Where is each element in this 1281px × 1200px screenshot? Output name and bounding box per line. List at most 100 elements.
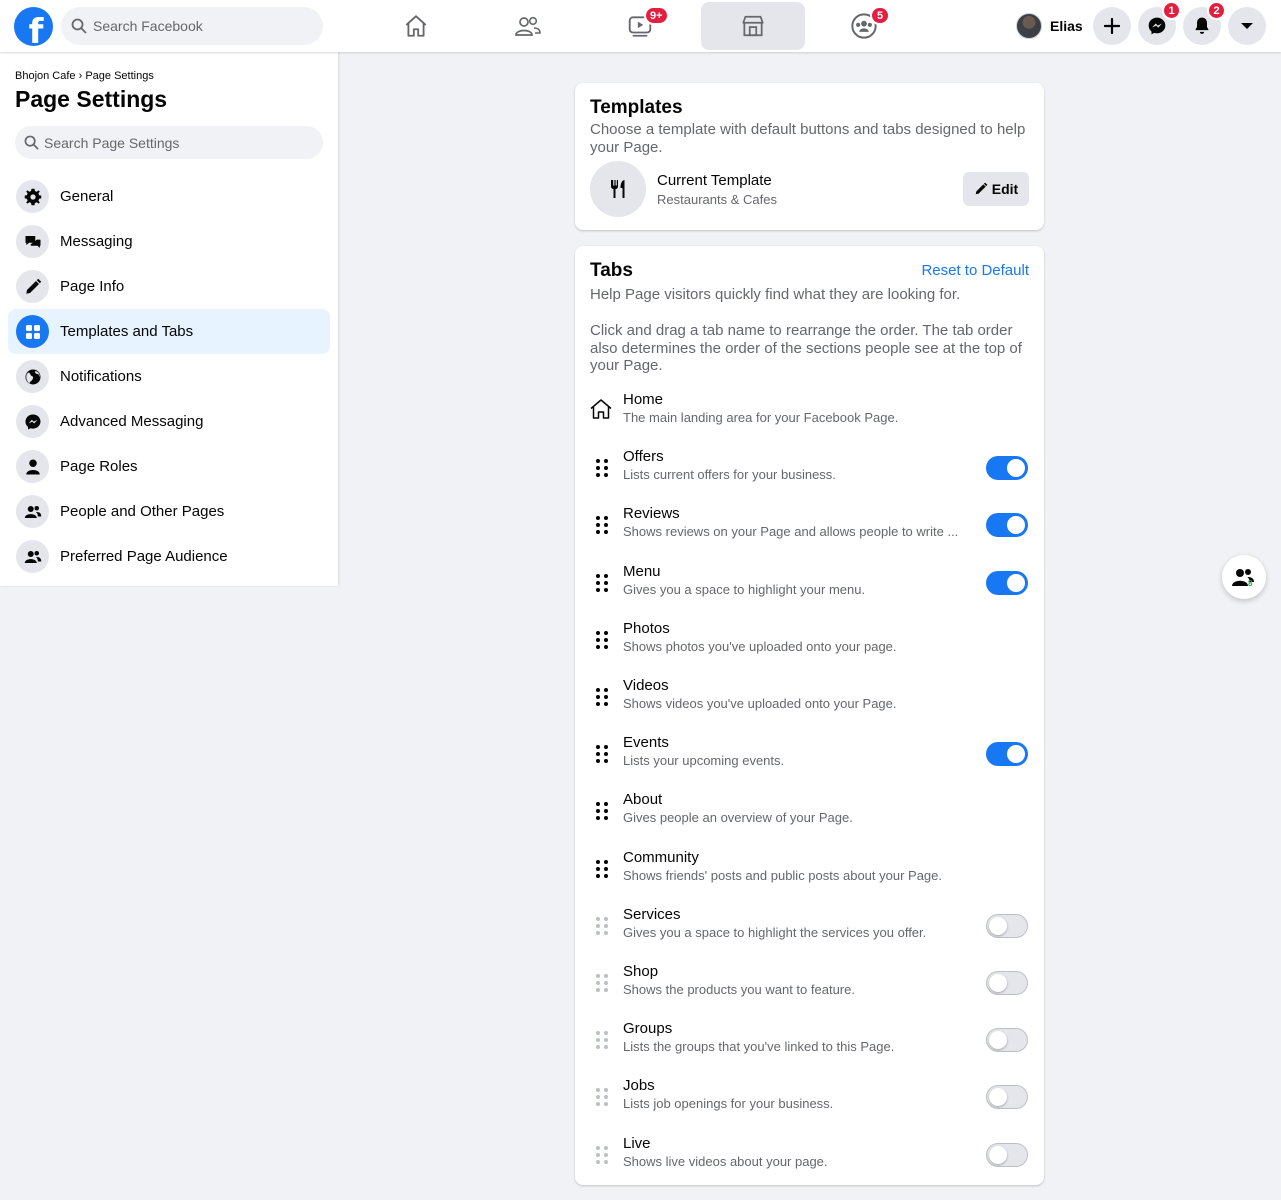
tab-toggle-groups[interactable]: [986, 1028, 1028, 1053]
sidebar-item-people-and-other-pages[interactable]: People and Other Pages: [8, 489, 330, 534]
sidebar-item-page-roles[interactable]: Page Roles: [8, 444, 330, 489]
tab-description: Shows photos you've uploaded onto your p…: [623, 638, 897, 654]
drag-handle-icon[interactable]: [595, 1087, 609, 1107]
settings-search-box[interactable]: [15, 126, 323, 159]
drag-handle-icon[interactable]: [595, 573, 609, 593]
settings-search-input[interactable]: [44, 134, 244, 151]
facebook-search-input[interactable]: [93, 18, 293, 34]
home-icon: [589, 397, 613, 426]
facebook-logo-icon[interactable]: f: [14, 7, 53, 46]
contacts-count: 8: [1248, 579, 1253, 588]
sidebar-item-label: Advanced Messaging: [60, 413, 204, 430]
globe-icon: [16, 360, 49, 393]
facebook-search-box[interactable]: [61, 7, 323, 45]
tab-description: Shows the products you want to feature.: [623, 982, 855, 997]
tab-row-events[interactable]: Events Lists your upcoming events.: [575, 732, 1044, 789]
drag-handle-icon[interactable]: [595, 801, 609, 821]
nav-tab-watch[interactable]: 9+: [588, 2, 692, 50]
tab-row-menu[interactable]: Menu Gives you a space to highlight your …: [575, 561, 1044, 618]
sidebar-item-general[interactable]: General: [8, 174, 330, 219]
messenger-button[interactable]: 1: [1138, 1, 1181, 45]
drag-handle-icon[interactable]: [595, 630, 609, 650]
sidebar-item-templates-and-tabs[interactable]: Templates and Tabs: [8, 309, 330, 354]
drag-handle-icon[interactable]: [595, 515, 609, 535]
drag-handle-icon[interactable]: [595, 973, 609, 993]
tab-toggle-events[interactable]: [986, 742, 1028, 767]
tabs-drag-instructions: Click and drag a tab name to rearrange t…: [590, 322, 1022, 374]
grid-icon: [16, 315, 49, 348]
tab-row-reviews[interactable]: Reviews Shows reviews on your Page and al…: [575, 503, 1044, 560]
breadcrumb-page-link[interactable]: Bhojon Cafe: [15, 70, 76, 82]
tab-toggle-live[interactable]: [986, 1142, 1028, 1167]
gear-icon: [16, 180, 49, 213]
drag-handle-icon[interactable]: [595, 1145, 609, 1165]
tab-toggle-menu[interactable]: [986, 570, 1028, 595]
bell-icon: [1195, 17, 1209, 34]
drag-handle-icon[interactable]: [595, 458, 609, 478]
nav-tab-home[interactable]: [364, 2, 468, 50]
tab-row-community[interactable]: Community Shows friends' posts and public…: [575, 847, 1044, 904]
drag-handle-icon[interactable]: [595, 916, 609, 936]
person-icon: [16, 450, 49, 483]
tab-toggle-reviews[interactable]: [986, 513, 1028, 538]
drag-handle-icon[interactable]: [595, 859, 609, 879]
sidebar-item-notifications[interactable]: Notifications: [8, 354, 330, 399]
tab-row-home[interactable]: Home The main landing area for your Faceb…: [575, 389, 1044, 446]
tab-row-live[interactable]: Live Shows live videos about your page.: [575, 1133, 1044, 1190]
messenger-icon: [16, 405, 49, 438]
nav-tab-friends[interactable]: [476, 2, 580, 50]
breadcrumb-current: Page Settings: [85, 70, 154, 82]
caret-down-icon: [1241, 23, 1253, 29]
settings-menu: General Messaging Page Info Templates an…: [8, 174, 330, 579]
tab-toggle-shop[interactable]: [986, 971, 1028, 995]
profile-button[interactable]: Elias: [1012, 8, 1089, 44]
sidebar-item-messaging[interactable]: Messaging: [8, 219, 330, 264]
tab-name: Menu: [623, 562, 661, 580]
notifications-button[interactable]: 2: [1183, 1, 1226, 45]
drag-handle-icon[interactable]: [595, 1030, 609, 1050]
contacts-floating-button[interactable]: 8: [1222, 555, 1266, 599]
sidebar-item-preferred-page-audience[interactable]: Preferred Page Audience: [8, 534, 330, 579]
tab-name: Jobs: [623, 1077, 655, 1095]
tabs-card: Tabs Reset to Default Help Page visitors…: [575, 246, 1044, 1185]
tab-name: Live: [623, 1134, 651, 1152]
nav-tab-marketplace[interactable]: [701, 2, 805, 50]
tab-description: Shows live videos about your page.: [623, 1153, 828, 1169]
tab-toggle-services[interactable]: [986, 913, 1028, 938]
create-button[interactable]: [1093, 7, 1131, 45]
tab-row-offers[interactable]: Offers Lists current offers for your busi…: [575, 446, 1044, 503]
sidebar-item-label: Notifications: [60, 368, 142, 385]
tab-row-jobs[interactable]: Jobs Lists job openings for your business…: [575, 1075, 1044, 1132]
tab-description: Shows videos you've uploaded onto your P…: [623, 696, 897, 711]
sidebar-item-advanced-messaging[interactable]: Advanced Messaging: [8, 399, 330, 444]
plus-icon: [1104, 18, 1120, 34]
tab-toggle-jobs[interactable]: [986, 1085, 1028, 1110]
tab-row-about[interactable]: About Gives people an overview of your Pa…: [575, 789, 1044, 846]
reset-to-default-link[interactable]: Reset to Default: [921, 262, 1029, 279]
tab-row-groups[interactable]: Groups Lists the groups that you've linke…: [575, 1018, 1044, 1075]
current-template-value: Restaurants & Cafes: [657, 192, 777, 207]
drag-handle-icon[interactable]: [595, 687, 609, 707]
sidebar-item-label: Templates and Tabs: [60, 323, 194, 340]
profile-name: Elias: [1050, 18, 1083, 34]
drag-handle-icon[interactable]: [595, 744, 609, 764]
tab-toggle-offers[interactable]: [986, 456, 1028, 481]
sidebar-item-page-info[interactable]: Page Info: [8, 264, 330, 309]
marketplace-icon: [742, 15, 764, 37]
tab-description: Shows friends' posts and public posts ab…: [623, 867, 943, 883]
tab-row-services[interactable]: Services Gives you a space to highlight t…: [575, 904, 1044, 961]
sidebar-item-label: Page Roles: [60, 458, 138, 475]
tab-description: Gives you a space to highlight the servi…: [623, 924, 927, 940]
edit-template-button[interactable]: Edit: [963, 172, 1029, 206]
tab-row-shop[interactable]: Shop Shows the products you want to featu…: [575, 961, 1044, 1018]
tab-name: Videos: [623, 677, 669, 694]
tab-name: Offers: [623, 448, 664, 466]
tab-name: Groups: [623, 1020, 673, 1038]
tab-description: Lists the groups that you've linked to t…: [623, 1039, 895, 1055]
messenger-badge: 1: [1162, 1, 1181, 20]
account-menu-button[interactable]: [1228, 7, 1266, 45]
tab-row-photos[interactable]: Photos Shows photos you've uploaded onto …: [575, 618, 1044, 675]
sidebar-item-label: Page Info: [60, 278, 125, 295]
tab-row-videos[interactable]: Videos Shows videos you've uploaded onto …: [575, 675, 1044, 732]
nav-tab-groups[interactable]: 5: [812, 2, 916, 50]
